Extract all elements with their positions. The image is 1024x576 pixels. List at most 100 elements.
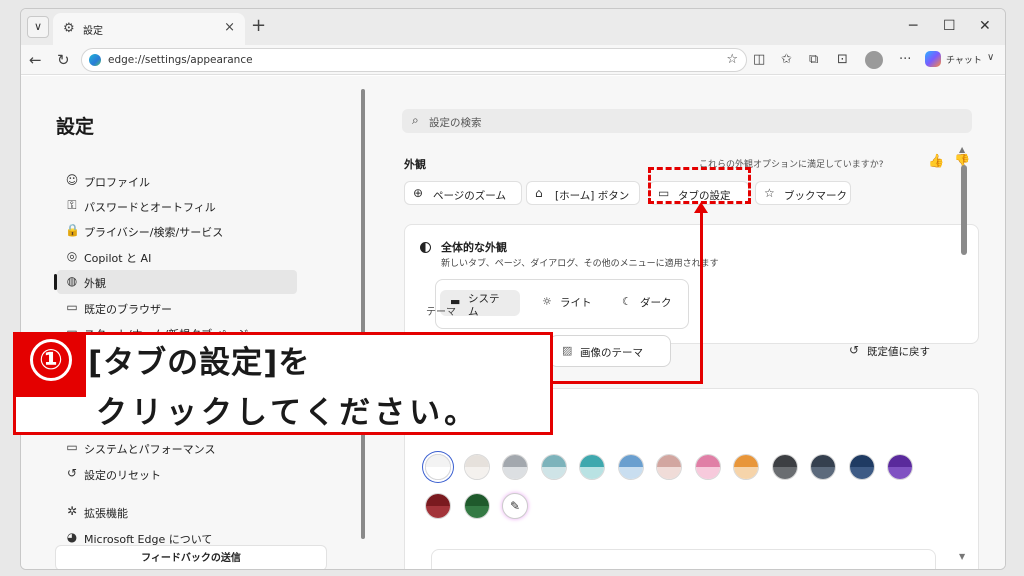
appearance-option-icon: ☼ bbox=[542, 295, 552, 308]
swatch-bottom bbox=[426, 506, 450, 518]
edge-logo-icon bbox=[89, 54, 101, 66]
theme-color-swatch[interactable] bbox=[579, 454, 605, 480]
sidebar-item[interactable]: 🔒 プライバシー/検索/サービス bbox=[57, 219, 297, 243]
instruction-line-1: [タブの設定]を bbox=[88, 345, 311, 381]
theme-color-swatch[interactable] bbox=[887, 454, 913, 480]
sidebar-item-label: 既定のブラウザー bbox=[84, 303, 172, 316]
theme-color-swatch[interactable] bbox=[425, 454, 451, 480]
search-input[interactable]: ⌕ 設定の検索 bbox=[402, 109, 972, 133]
chevron-down-icon[interactable]: ∨ bbox=[987, 52, 994, 63]
sidebar-item[interactable]: ✲ 拡張機能 bbox=[57, 500, 297, 524]
scroll-down-icon[interactable]: ▼ bbox=[959, 552, 965, 561]
theme-color-swatch[interactable] bbox=[810, 454, 836, 480]
new-tab-button[interactable]: + bbox=[251, 16, 266, 36]
jump-chip[interactable]: ⊕ ページのズーム bbox=[404, 181, 522, 205]
close-window-button[interactable]: ✕ bbox=[979, 18, 991, 34]
swatch-bottom bbox=[888, 467, 912, 479]
swatch-top bbox=[849, 455, 874, 467]
step-number: ① bbox=[30, 339, 72, 381]
sidebar-item[interactable]: ▭ 既定のブラウザー bbox=[57, 296, 297, 320]
palette-icon: ◍ bbox=[66, 274, 78, 288]
swatch-top bbox=[426, 494, 450, 506]
favorites-icon[interactable]: ✩ bbox=[781, 52, 792, 68]
step-number-badge: ① bbox=[16, 335, 86, 397]
settings-sidebar: 設定 ☺ プロファイル ⚿ パスワードとオートフィル 🔒 プライバシー/検索/サービス ◎ C… bbox=[21, 76, 366, 569]
close-tab-button[interactable]: × bbox=[224, 20, 235, 35]
thumbs-up-icon[interactable]: 👍 bbox=[928, 154, 944, 169]
maximize-button[interactable]: ☐ bbox=[943, 18, 956, 34]
theme-color-swatch[interactable] bbox=[502, 454, 528, 480]
theme-color-swatch[interactable] bbox=[617, 454, 644, 480]
more-options-icon[interactable]: ··· bbox=[899, 52, 911, 68]
sidebar-item[interactable]: ◍ 外観 bbox=[54, 270, 297, 294]
minimize-button[interactable]: ─ bbox=[909, 18, 917, 34]
section-title: 外観 bbox=[404, 158, 426, 171]
theme-color-swatch[interactable] bbox=[463, 454, 490, 480]
arrow-line-vertical bbox=[700, 212, 703, 384]
swatch-top bbox=[695, 455, 720, 467]
sidebar-item[interactable]: ↺ 設定のリセット bbox=[57, 462, 297, 486]
color-picker-button[interactable]: ✎ bbox=[502, 493, 528, 519]
swatch-top bbox=[772, 455, 797, 467]
reset-theme-button[interactable]: 既定値に戻す bbox=[867, 344, 930, 359]
swatch-bottom bbox=[426, 467, 450, 479]
theme-color-swatch[interactable] bbox=[425, 493, 451, 519]
title-bar: ∨ ⚙ 設定 × + ─ ☐ ✕ bbox=[21, 9, 1005, 45]
sidebar-item[interactable]: ☺ プロファイル bbox=[57, 169, 297, 193]
sidebar-scrollbar[interactable] bbox=[361, 89, 365, 539]
back-button[interactable]: ← bbox=[29, 51, 42, 69]
feedback-button[interactable]: フィードバックの送信 bbox=[55, 545, 327, 569]
extensions-icon: ✲ bbox=[66, 504, 78, 518]
appearance-option[interactable]: ☼ ライト bbox=[532, 290, 598, 316]
screenshot-icon[interactable]: ⊡ bbox=[837, 52, 848, 68]
url-text: edge://settings/appearance bbox=[108, 54, 253, 66]
tab-title: 設定 bbox=[83, 26, 103, 37]
scroll-thumb[interactable] bbox=[961, 165, 967, 255]
refresh-button[interactable]: ↻ bbox=[57, 51, 70, 69]
tab-settings[interactable]: ⚙ 設定 × bbox=[53, 13, 245, 45]
profile-icon: ☺ bbox=[65, 173, 79, 187]
appearance-option[interactable]: ☾ ダーク bbox=[612, 290, 686, 316]
theme-tab[interactable]: ▨ 画像のテーマ bbox=[549, 335, 671, 367]
favorite-star-icon[interactable]: ☆ bbox=[726, 52, 738, 67]
chat-button-label[interactable]: チャット bbox=[946, 53, 982, 66]
swatch-bottom bbox=[541, 467, 566, 479]
search-placeholder: 設定の検索 bbox=[429, 117, 482, 129]
appearance-option-icon: ☾ bbox=[622, 295, 632, 308]
theme-color-swatch[interactable] bbox=[771, 454, 798, 480]
swatch-top bbox=[541, 455, 566, 467]
settings-main: ⌕ 設定の検索 外観 これらの外観オプションに満足していますか? 👍 👎 ⊕ ペー… bbox=[366, 76, 1005, 569]
swatch-top bbox=[618, 455, 643, 467]
theme-color-swatch[interactable] bbox=[656, 454, 682, 480]
profile-avatar[interactable] bbox=[865, 51, 883, 69]
main-scrollbar[interactable]: ▲ ▼ bbox=[959, 145, 967, 569]
sidebar-item-label: 拡張機能 bbox=[84, 507, 128, 520]
theme-color-swatch[interactable] bbox=[463, 493, 490, 519]
theme-color-swatch[interactable] bbox=[694, 454, 721, 480]
theme-color-swatch[interactable] bbox=[540, 454, 567, 480]
swatch-bottom bbox=[811, 467, 835, 479]
swatch-top bbox=[811, 455, 835, 467]
swatch-top bbox=[426, 455, 450, 467]
theme-extra-card bbox=[431, 549, 936, 569]
jump-chip[interactable]: ⌂ [ホーム] ボタン bbox=[526, 181, 640, 205]
collections-icon[interactable]: ⧉ bbox=[809, 52, 818, 68]
edge-icon: ◕ bbox=[66, 530, 78, 544]
swatch-bottom bbox=[503, 467, 527, 479]
sidebar-item[interactable]: ▭ システムとパフォーマンス bbox=[57, 436, 297, 460]
contrast-icon bbox=[420, 242, 431, 253]
swatch-top bbox=[464, 455, 489, 467]
jump-chip[interactable]: ☆ ブックマーク bbox=[755, 181, 851, 205]
tab-actions-button[interactable]: ∨ bbox=[27, 16, 49, 38]
address-bar[interactable]: edge://settings/appearance ☆ bbox=[81, 48, 747, 72]
theme-color-swatch[interactable] bbox=[848, 454, 875, 480]
scroll-up-icon[interactable]: ▲ bbox=[959, 145, 965, 154]
swatch-bottom bbox=[580, 467, 604, 479]
theme-color-swatch[interactable] bbox=[733, 454, 759, 480]
split-screen-icon[interactable]: ◫ bbox=[753, 52, 765, 68]
instruction-callout: ① [タブの設定]を クリックしてください。 bbox=[13, 332, 553, 435]
copilot-icon[interactable] bbox=[925, 51, 941, 67]
sidebar-item[interactable]: ⚿ パスワードとオートフィル bbox=[57, 194, 297, 218]
chip-label: ブックマーク bbox=[784, 190, 847, 202]
sidebar-item[interactable]: ◎ Copilot と AI bbox=[57, 245, 297, 269]
